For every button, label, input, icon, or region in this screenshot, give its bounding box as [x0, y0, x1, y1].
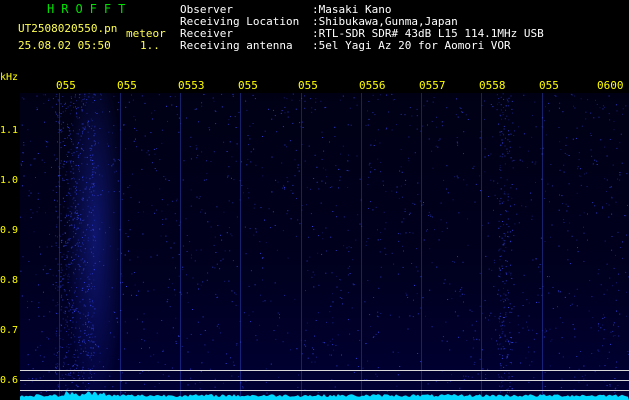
freq-label: 0.7 — [0, 325, 19, 336]
time-label: 0557 — [419, 79, 446, 92]
freq-label: 1.0 — [0, 175, 19, 186]
time-label: 055 — [117, 79, 137, 92]
freq-label: 0.9 — [0, 225, 19, 236]
info-value: :5el Yagi Az 20 for Aomori VOR — [312, 39, 511, 52]
datetime-extra: 1.. — [140, 39, 160, 52]
time-axis: 055 055 0553 055 055 0556 0557 0558 055 … — [0, 79, 629, 93]
reference-line — [20, 380, 629, 381]
observation-info: Observer:Masaki Kano Receiving Location:… — [180, 4, 544, 52]
time-label: 055 — [539, 79, 559, 92]
info-key: Receiving antenna — [180, 39, 293, 52]
time-label: 055 — [56, 79, 76, 92]
info-row-antenna: Receiving antenna :5el Yagi Az 20 for Aom… — [180, 40, 544, 52]
time-label: 055 — [238, 79, 258, 92]
freq-label: 1.1 — [0, 125, 19, 136]
waterfall-plot[interactable] — [20, 93, 629, 400]
freq-label: 0.6 — [0, 375, 19, 386]
spectrum-trace — [20, 391, 629, 400]
freq-label: 0.8 — [0, 275, 19, 286]
time-label: 055 — [298, 79, 318, 92]
time-label: 0556 — [359, 79, 386, 92]
datetime-label: 25.08.02 05:50 — [18, 39, 111, 52]
time-label: 0553 — [178, 79, 205, 92]
time-label: 0558 — [479, 79, 506, 92]
waterfall-noise — [20, 93, 629, 394]
time-label: 0600 — [597, 79, 624, 92]
app-title: HROFFT — [47, 2, 133, 16]
header-panel: HROFFT UT2508020550.pn meteor 25.08.02 0… — [0, 0, 629, 78]
file-name: UT2508020550.pn — [18, 22, 118, 35]
reference-line — [20, 370, 629, 371]
